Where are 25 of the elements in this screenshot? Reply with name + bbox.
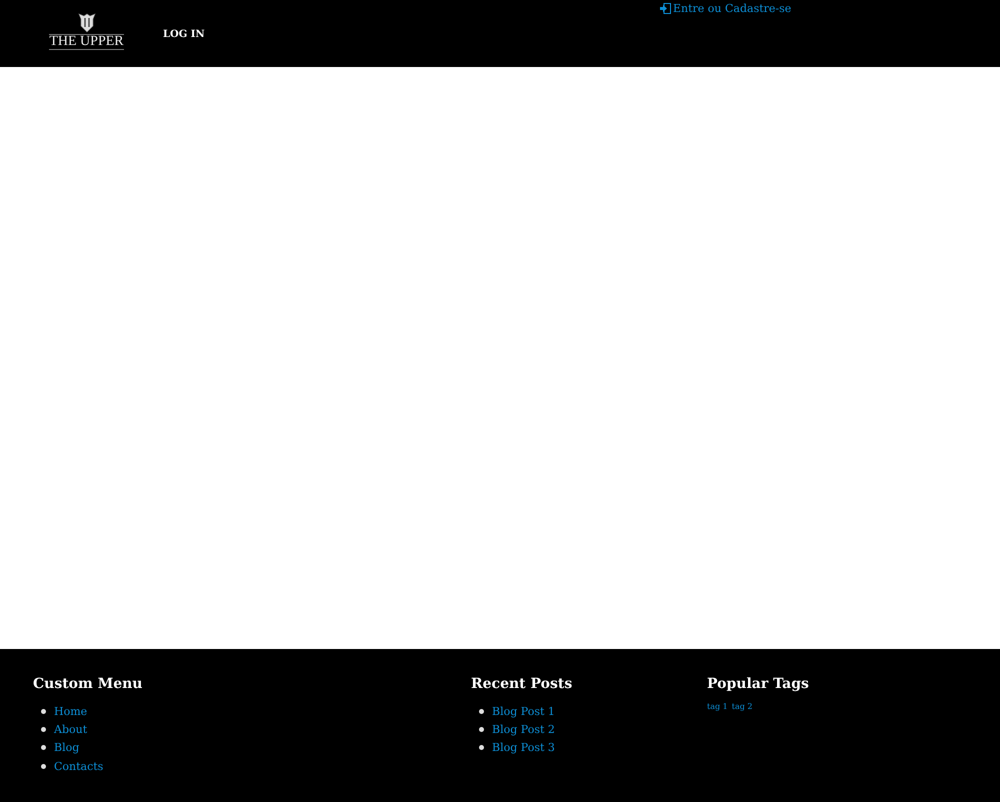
bullet-icon <box>41 764 46 769</box>
footer-link[interactable]: Home <box>54 704 88 718</box>
footer-link[interactable]: Blog Post 2 <box>492 722 555 736</box>
logo[interactable]: THE UPPER <box>48 13 125 50</box>
footer-link[interactable]: Contacts <box>54 760 104 773</box>
footer-link[interactable]: About <box>54 722 88 736</box>
bullet-icon <box>479 726 484 732</box>
logo-text: THE UPPER <box>49 34 124 50</box>
footer-heading: Recent Posts <box>471 676 574 692</box>
tag-link[interactable]: tag 1 <box>707 702 728 711</box>
footer-link[interactable]: Blog <box>54 741 80 754</box>
shield-emblem-icon <box>78 13 96 33</box>
bullet-icon <box>41 708 46 714</box>
nav-link[interactable]: LOG IN <box>163 29 205 40</box>
sign-in-link[interactable]: Entre ou Cadastre-se <box>660 2 792 15</box>
footer-heading: Popular Tags <box>707 676 809 692</box>
tag-link[interactable]: tag 2 <box>732 702 752 711</box>
bullet-icon <box>479 745 484 750</box>
bullet-icon <box>41 726 46 732</box>
sign-in-icon <box>660 3 671 14</box>
footer-link[interactable]: Blog Post 1 <box>492 704 555 718</box>
footer-link[interactable]: Blog Post 3 <box>492 741 555 754</box>
footer-heading: Custom Menu <box>33 676 144 692</box>
bullet-icon <box>479 708 484 714</box>
bullet-icon <box>41 745 46 750</box>
